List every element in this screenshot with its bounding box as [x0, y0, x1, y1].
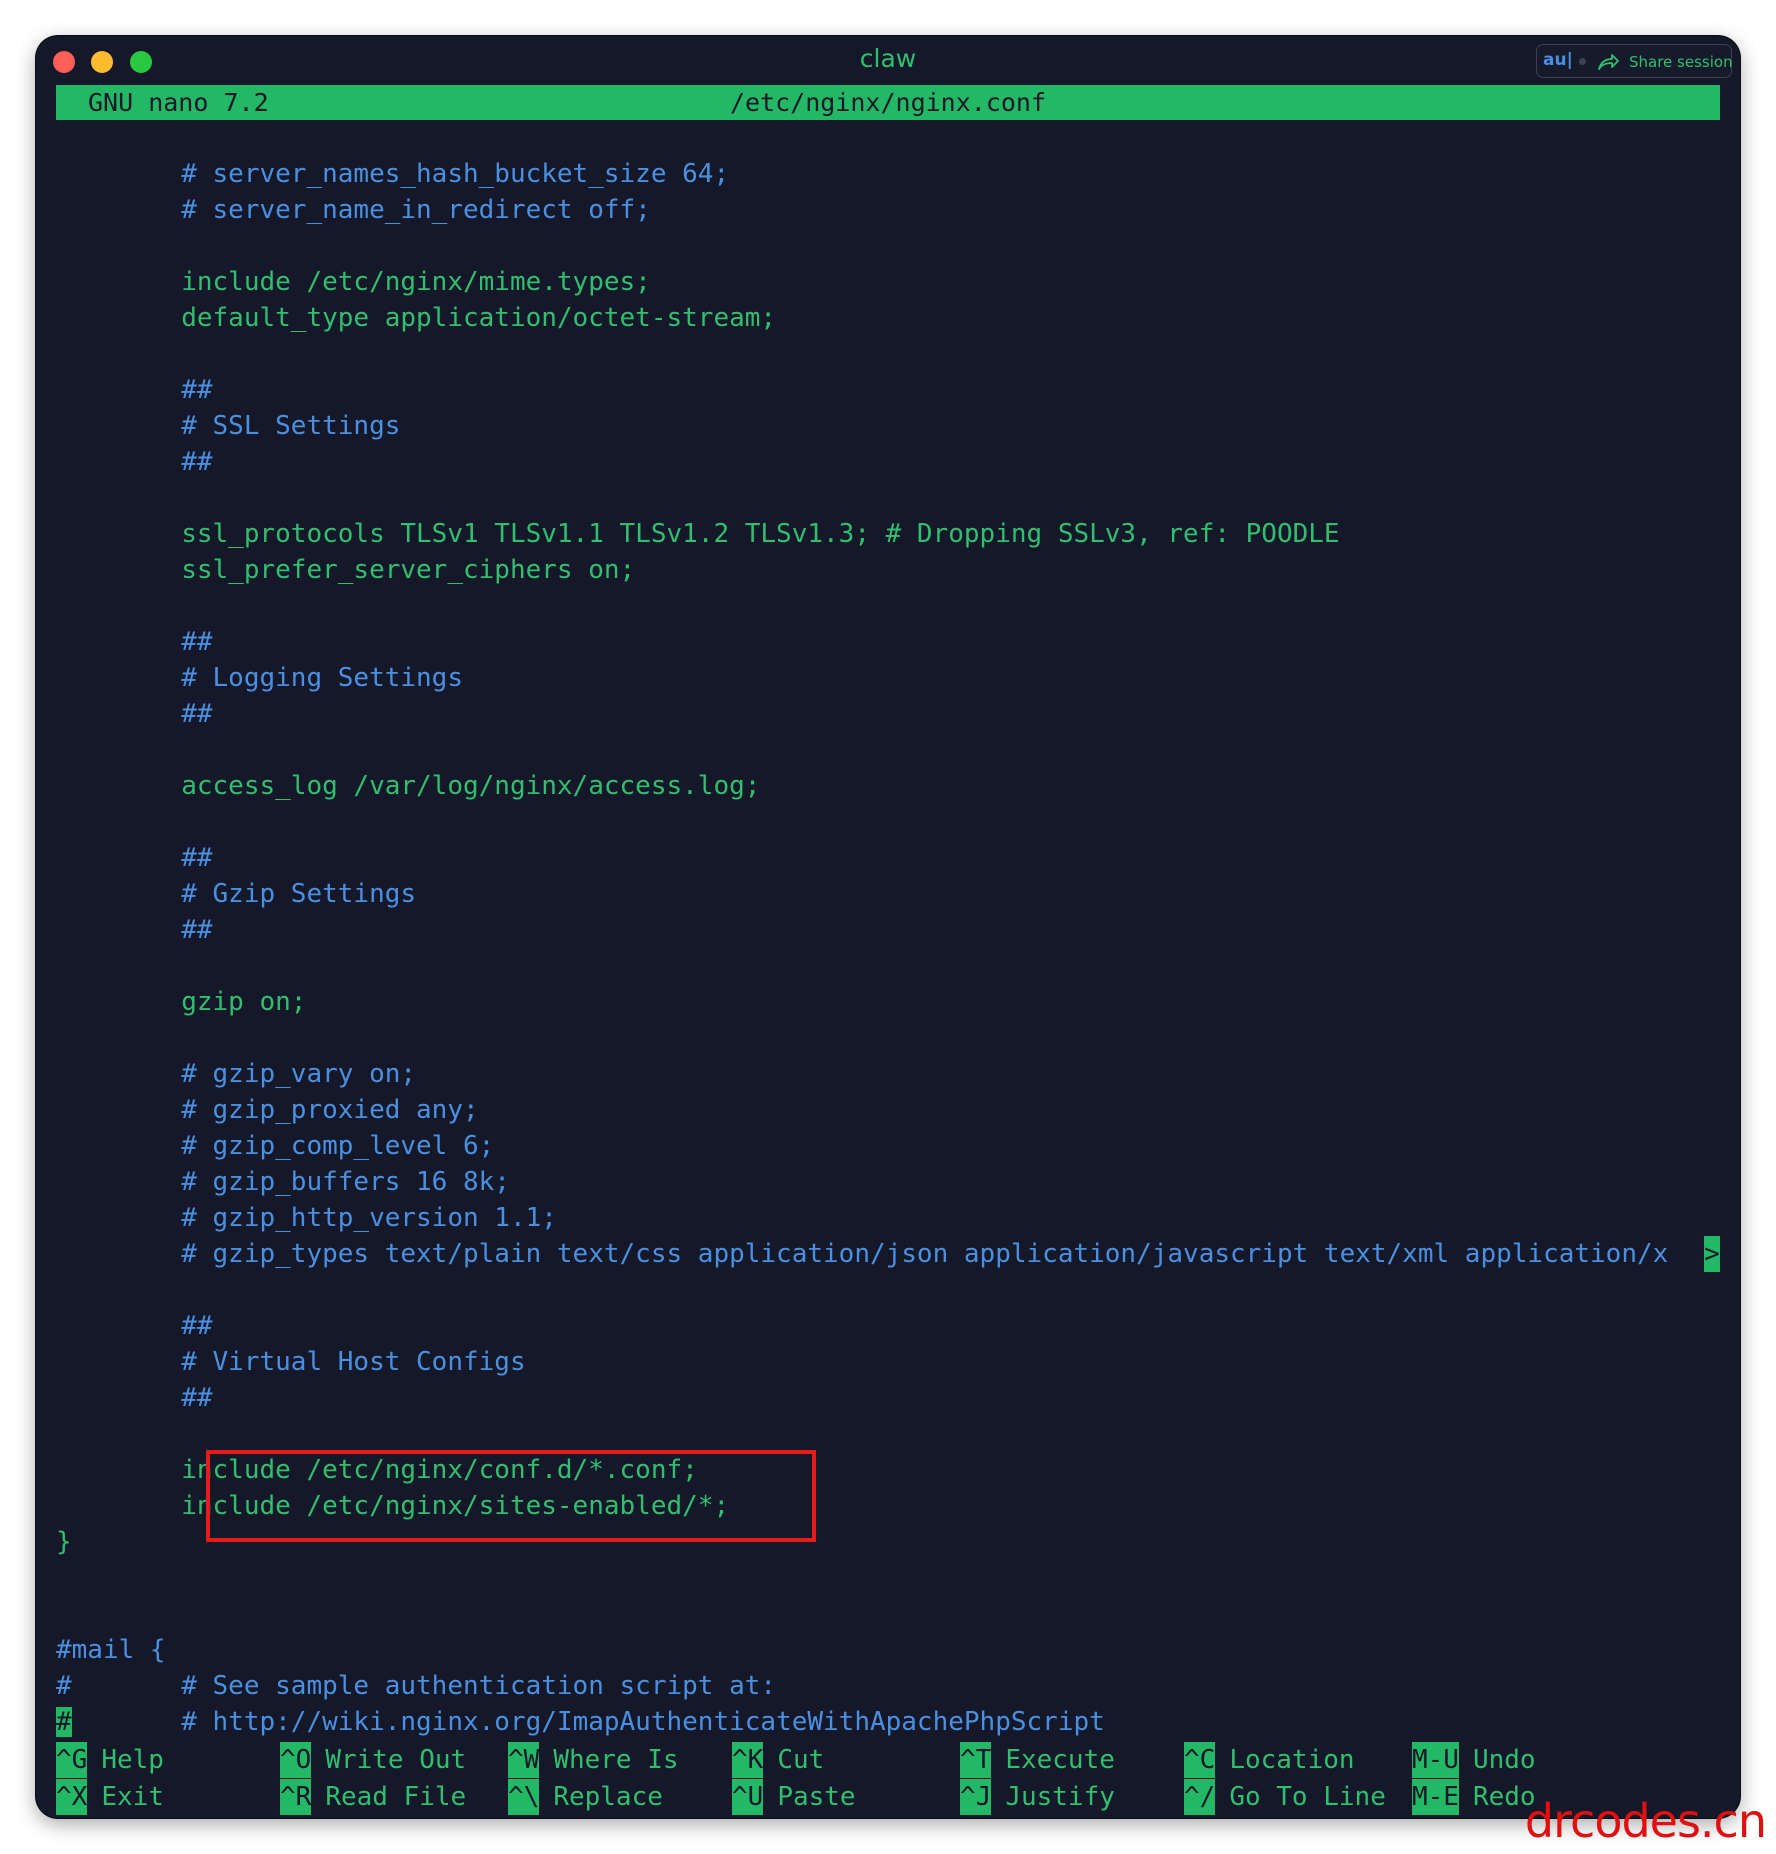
shortcut-item[interactable]: ^U Paste — [732, 1779, 856, 1815]
editor-line: # gzip_comp_level 6; — [56, 1131, 495, 1161]
share-arrow-icon — [1598, 54, 1619, 70]
cursor-hash: # — [56, 1707, 72, 1737]
shortcut-item[interactable]: M-E Redo — [1412, 1779, 1536, 1815]
editor-line: ## — [56, 627, 213, 657]
editor-line: # server_names_hash_bucket_size 64; — [56, 159, 730, 189]
editor-line: # Virtual Host Configs — [56, 1347, 526, 1377]
editor-line: # SSL Settings — [56, 411, 401, 441]
editor-line: access_log /var/log/nginx/access.log; — [56, 771, 761, 801]
watermark: drcodes.cn — [1524, 1794, 1767, 1848]
shortcut-key: M-U — [1412, 1742, 1459, 1778]
shortcut-key: ^C — [1184, 1742, 1216, 1778]
editor-line: ## — [56, 843, 213, 873]
editor-line: ## — [56, 915, 213, 945]
editor-line: # # See sample authentication script at: — [56, 1671, 777, 1701]
editor-line: gzip on; — [56, 987, 307, 1017]
au-badge: au| — [1543, 50, 1573, 70]
shortcut-label: Where Is — [553, 1745, 679, 1775]
shortcut-item[interactable]: ^J Justify — [960, 1779, 1115, 1815]
shortcut-label: Replace — [553, 1782, 663, 1812]
shortcut-item[interactable]: ^G Help — [56, 1742, 164, 1778]
shortcut-label: Help — [101, 1745, 164, 1775]
shortcut-key: ^T — [960, 1742, 992, 1778]
window-title: claw — [859, 44, 917, 73]
shortcut-label: Justify — [1005, 1782, 1115, 1812]
shortcut-key: ^W — [508, 1742, 540, 1778]
shortcut-item[interactable]: ^R Read File — [280, 1779, 466, 1815]
shortcut-key: ^X — [56, 1779, 88, 1815]
shortcut-key: ^/ — [1184, 1779, 1216, 1815]
editor-line: ## — [56, 1311, 213, 1341]
shortcut-label: Exit — [101, 1782, 164, 1812]
file-name: /etc/nginx/nginx.conf — [729, 88, 1047, 117]
terminal-window: claw au| Share session GNU nano 7.2 /etc… — [36, 36, 1740, 1818]
editor-line: ## — [56, 1383, 213, 1413]
shortcut-label: Paste — [777, 1782, 856, 1812]
shortcut-item[interactable]: M-U Undo — [1412, 1742, 1536, 1778]
shortcut-item[interactable]: ^/ Go To Line — [1184, 1779, 1386, 1815]
editor-line: # gzip_http_version 1.1; — [56, 1203, 557, 1233]
editor-line: # gzip_vary on; — [56, 1059, 417, 1089]
share-session-label: Share session — [1629, 53, 1733, 71]
editor-line: # # http://wiki.nginx.org/ImapAuthentica… — [56, 1707, 1105, 1737]
editor-line: ssl_prefer_server_ciphers on; — [56, 555, 636, 585]
shortcut-item[interactable]: ^C Location — [1184, 1742, 1355, 1778]
editor-line: ssl_protocols TLSv1 TLSv1.1 TLSv1.2 TLSv… — [56, 519, 1340, 549]
shortcut-label: Undo — [1472, 1745, 1536, 1775]
shortcut-label: Read File — [325, 1782, 467, 1812]
shortcut-key: ^U — [732, 1779, 764, 1815]
editor-line: # Gzip Settings — [56, 879, 417, 909]
editor-line: # gzip_proxied any; — [56, 1095, 479, 1125]
editor-line: # gzip_types text/plain text/css applica… — [56, 1236, 1720, 1272]
shortcut-label: Go To Line — [1229, 1782, 1386, 1812]
shortcut-label: Write Out — [325, 1745, 467, 1775]
share-session-button[interactable]: au| Share session — [1536, 44, 1733, 78]
editor-line: ## — [56, 699, 213, 729]
editor-line: # server_name_in_redirect off; — [56, 195, 651, 225]
shortcut-item[interactable]: ^X Exit — [56, 1779, 164, 1815]
editor-line: default_type application/octet-stream; — [56, 303, 777, 333]
editor-line: ## — [56, 375, 213, 405]
shortcut-item[interactable]: ^K Cut — [732, 1742, 824, 1778]
shortcut-item[interactable]: ^T Execute — [960, 1742, 1115, 1778]
nano-header-bar: GNU nano 7.2 /etc/nginx/nginx.conf — [56, 85, 1720, 120]
shortcut-key: ^\ — [508, 1779, 540, 1815]
editor-line: #mail { — [56, 1635, 166, 1665]
shortcut-key: ^R — [280, 1779, 312, 1815]
shortcut-label: Execute — [1005, 1745, 1115, 1775]
status-dot-icon — [1579, 58, 1586, 65]
line-overflow-marker: > — [1704, 1236, 1720, 1272]
shortcut-label: Location — [1229, 1745, 1355, 1775]
shortcut-key: ^J — [960, 1779, 992, 1815]
shortcut-key: ^G — [56, 1742, 88, 1778]
shortcut-label: Cut — [777, 1745, 825, 1775]
editor-line: ## — [56, 447, 213, 477]
title-bar: claw au| Share session — [36, 36, 1740, 84]
editor-area[interactable]: # server_names_hash_bucket_size 64; # se… — [56, 156, 1720, 1746]
editor-line: # gzip_buffers 16 8k; — [56, 1167, 510, 1197]
editor-line: include /etc/nginx/mime.types; — [56, 267, 651, 297]
shortcut-item[interactable]: ^\ Replace — [508, 1779, 663, 1815]
shortcut-key: M-E — [1412, 1779, 1459, 1815]
shortcut-bar: ^G Help ^X Exit ^O Write Out ^R Read File ^W Wher… — [56, 1742, 1720, 1818]
shortcut-item[interactable]: ^O Write Out — [280, 1742, 466, 1778]
shortcut-item[interactable]: ^W Where Is — [508, 1742, 679, 1778]
shortcut-key: ^O — [280, 1742, 312, 1778]
shortcut-key: ^K — [732, 1742, 764, 1778]
red-highlight-box — [206, 1450, 816, 1542]
editor-line: # Logging Settings — [56, 663, 463, 693]
